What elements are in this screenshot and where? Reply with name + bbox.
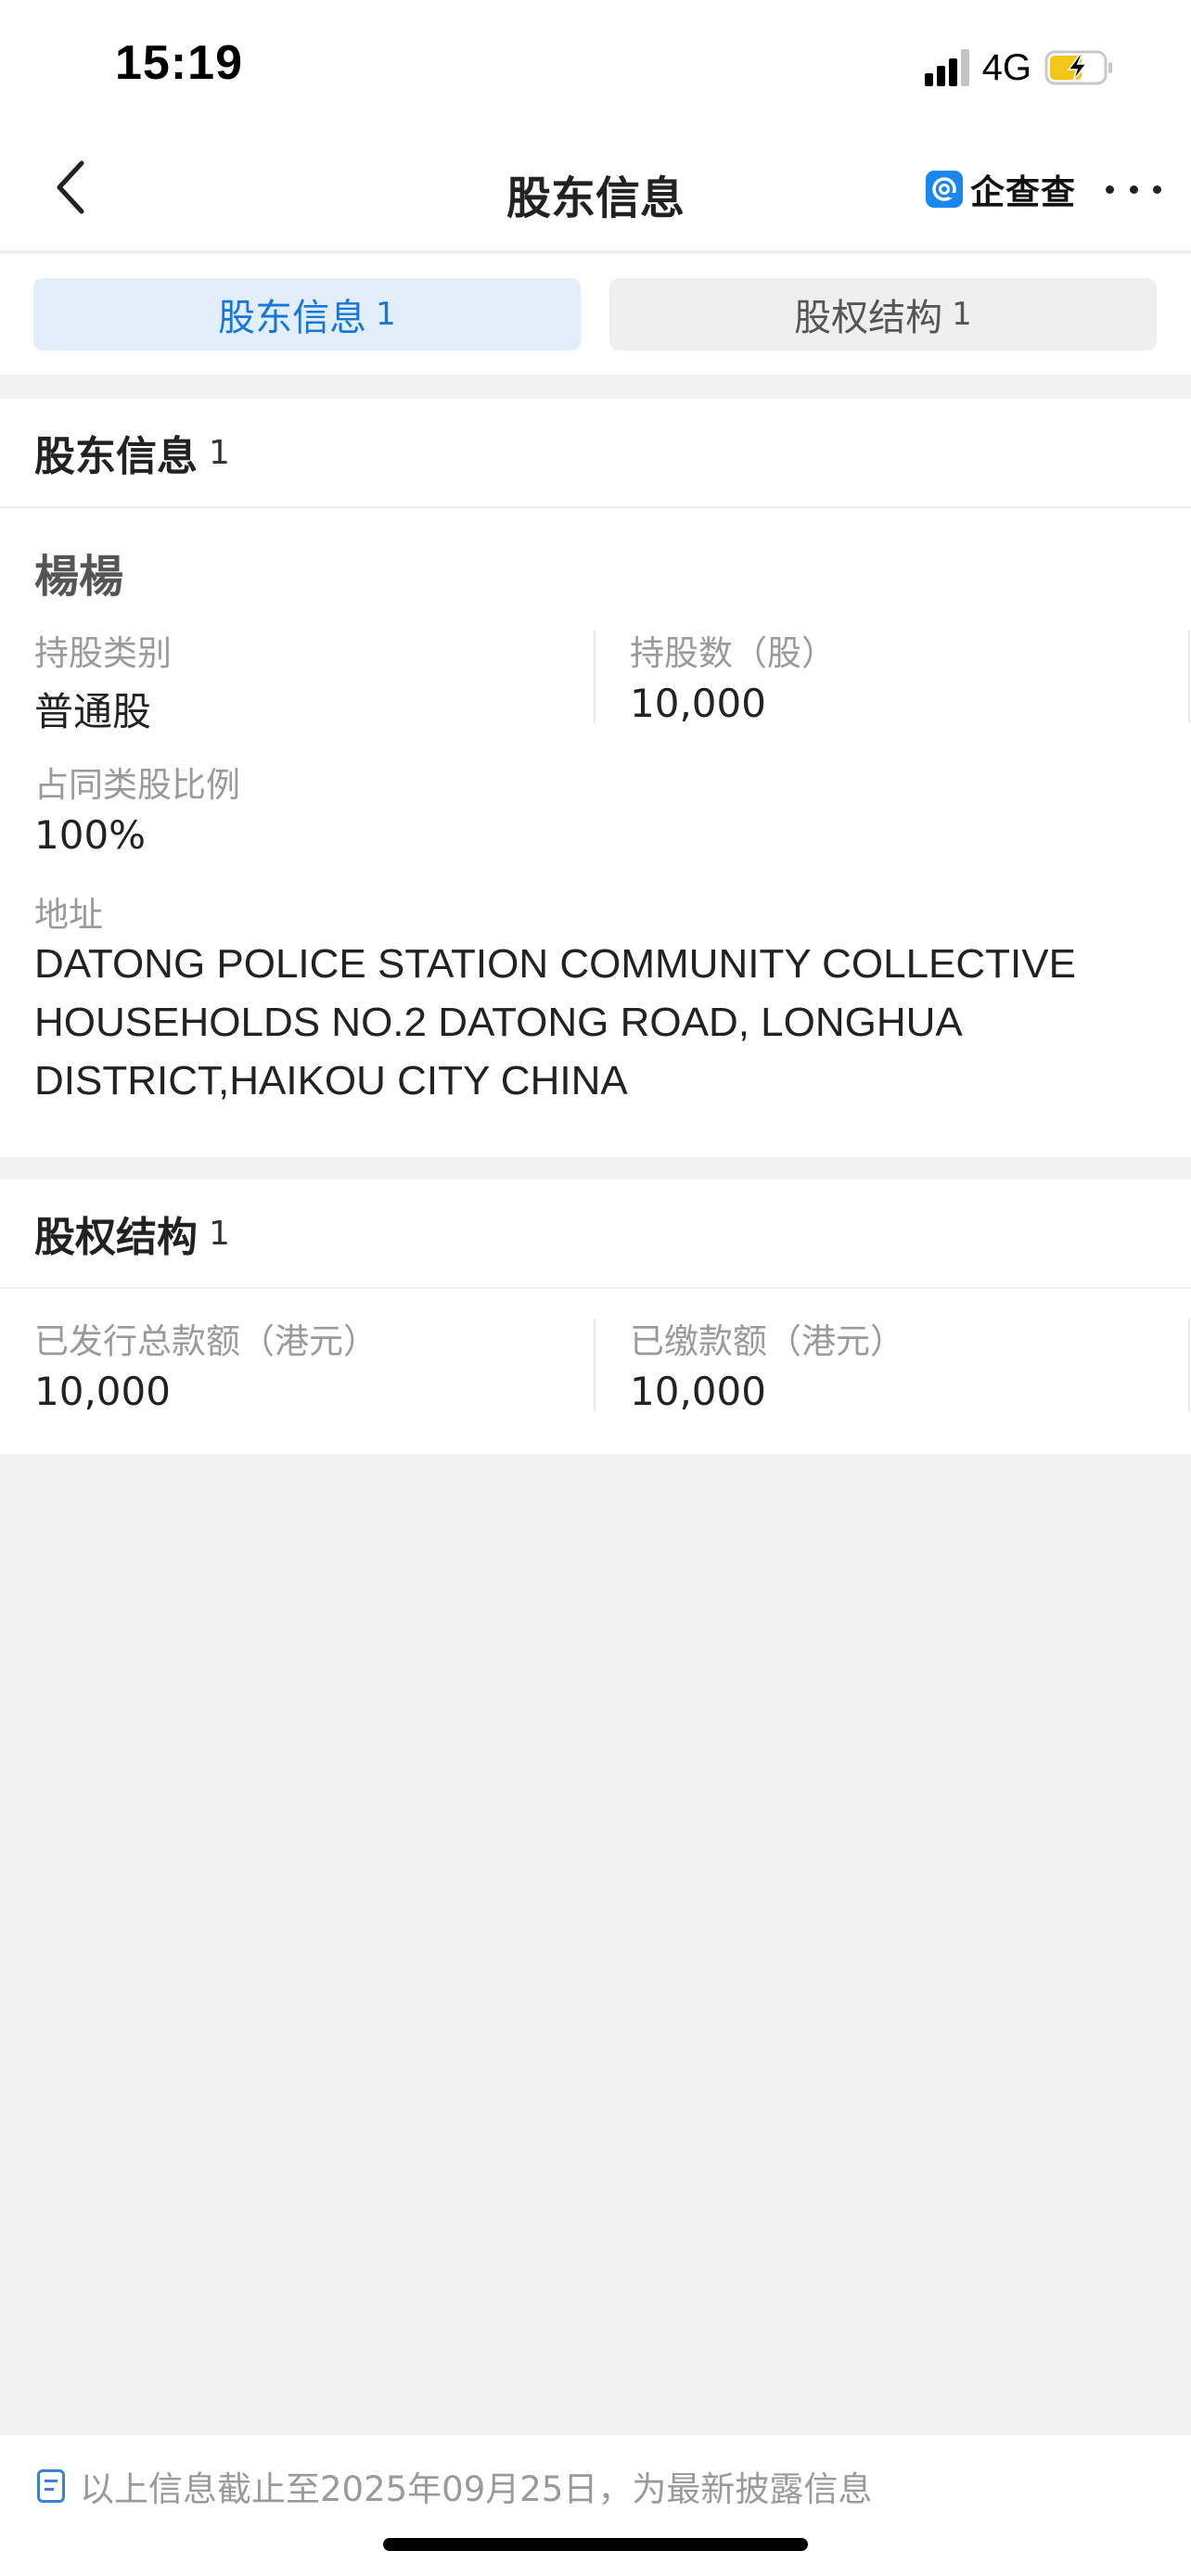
equity-structure-section: 股权结构 1 已发行总款额（港元） 10,000 已缴款额（港元） 10,000 (0, 1180, 1191, 1454)
share-count-field: 持股数（股） 10,000 (630, 625, 836, 726)
brand-logo-button[interactable]: 企查查 (926, 169, 1076, 212)
network-type: 4G (981, 46, 1031, 88)
ratio-value: 100% (34, 812, 147, 858)
section-title: 股东信息 (34, 433, 198, 480)
battery-charging-icon (1044, 50, 1115, 85)
status-time: 15:19 (115, 36, 243, 90)
paid-amount-value: 10,000 (630, 1369, 766, 1414)
share-count-value: 10,000 (630, 681, 766, 726)
ratio-label: 占同类股比例 (34, 765, 240, 805)
address-label: 地址 (34, 895, 103, 935)
qichacha-logo-icon (926, 171, 963, 208)
disclosure-note: 以上信息截止至2025年09月25日，为最新披露信息 (37, 2461, 872, 2511)
navigation-bar: 股东信息 企查查 (0, 130, 1191, 252)
issued-amount-value: 10,000 (34, 1369, 171, 1414)
status-indicators: 4G (924, 46, 1115, 89)
section-count: 1 (209, 1214, 230, 1253)
shareholder-info-section: 股东信息 1 楊楊 持股类别 普通股 持股数（股） 10,000 占同类股比例 … (0, 399, 1191, 1157)
status-bar: 15:19 4G (0, 0, 1191, 130)
share-class-label: 持股类别 (34, 633, 172, 673)
address-value: DATONG POLICE STATION COMMUNITY COLLECTI… (34, 941, 1076, 1103)
cellular-signal-icon (924, 49, 969, 86)
brand-name: 企查查 (970, 172, 1076, 212)
issued-amount-field: 已发行总款额（港元） 10,000 (34, 1313, 378, 1414)
share-count-label: 持股数（股） (630, 633, 836, 673)
tab-count: 1 (952, 296, 972, 333)
section-title: 股权结构 (34, 1214, 198, 1261)
column-divider (1188, 1319, 1190, 1411)
more-dots-icon[interactable] (1106, 178, 1161, 200)
tab-equity-structure[interactable]: 股权结构 1 (609, 278, 1157, 351)
tab-shareholder-info[interactable]: 股东信息 1 (33, 278, 581, 351)
section-header: 股权结构 1 (0, 1180, 1191, 1289)
address-field: 地址 (34, 886, 103, 937)
disclosure-text: 以上信息截止至2025年09月25日，为最新披露信息 (80, 2469, 873, 2509)
document-icon (37, 2469, 65, 2503)
share-class-value: 普通股 (34, 689, 152, 734)
tab-label: 股权结构 (794, 297, 943, 339)
share-class-field: 持股类别 普通股 (34, 625, 172, 737)
tab-count: 1 (376, 296, 396, 333)
tab-bar: 股东信息 1 股权结构 1 (0, 254, 1191, 375)
shareholder-name[interactable]: 楊楊 (34, 540, 123, 605)
column-divider (594, 631, 596, 723)
home-indicator[interactable] (383, 2538, 808, 2551)
column-divider (594, 1319, 596, 1411)
footer: 以上信息截止至2025年09月25日，为最新披露信息 (0, 2435, 1191, 2576)
paid-amount-label: 已缴款额（港元） (630, 1321, 904, 1361)
column-divider (1188, 631, 1190, 723)
issued-amount-label: 已发行总款额（港元） (34, 1321, 378, 1361)
ratio-field: 占同类股比例 100% (34, 757, 240, 858)
tab-label: 股东信息 (218, 297, 367, 339)
section-header: 股东信息 1 (0, 399, 1191, 508)
paid-amount-field: 已缴款额（港元） 10,000 (630, 1313, 904, 1414)
section-count: 1 (209, 433, 230, 472)
